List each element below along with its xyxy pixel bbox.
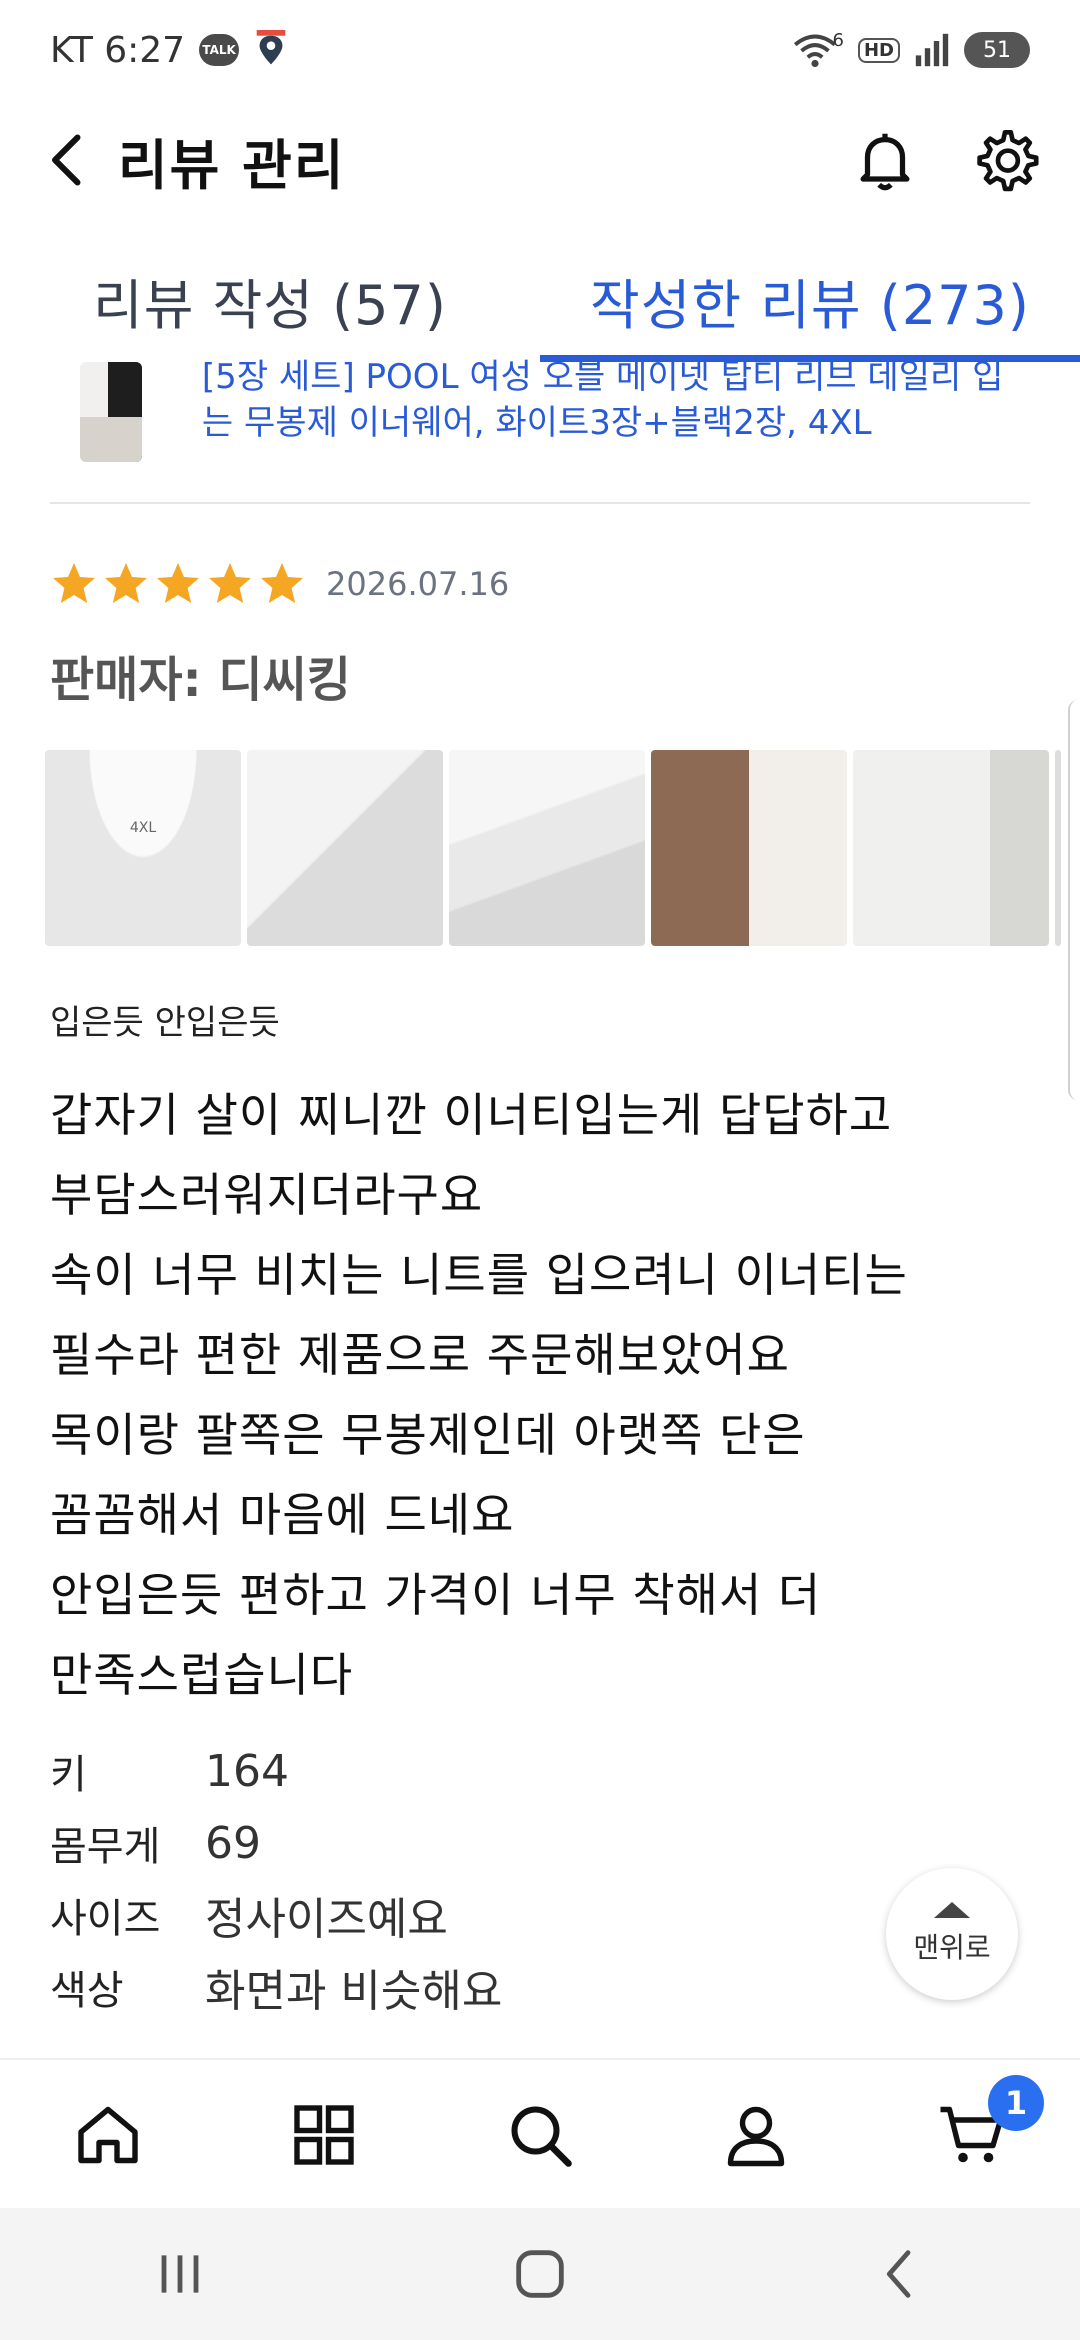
attribute-label: 사이즈	[50, 1896, 161, 1942]
back-to-top-button[interactable]: 맨위로	[886, 1868, 1018, 2000]
nav-categories[interactable]	[264, 2075, 384, 2195]
user-icon	[727, 2106, 785, 2167]
attribute-row: 색상 화면과 비슷해요	[50, 1951, 750, 2023]
star-icon	[105, 563, 147, 603]
product-name[interactable]: [5장 세트] POOL 여성 오블 메이넷 탑티 리브 데일리 입는 무봉제 …	[202, 354, 1030, 446]
review-line: 부담스러워지더라구요	[50, 1168, 484, 1222]
bell-icon[interactable]	[850, 125, 920, 195]
grid-icon	[294, 2105, 354, 2165]
cart-count-badge: 1	[988, 2075, 1044, 2131]
attribute-row: 사이즈 정사이즈예요	[50, 1879, 750, 1951]
carrier-time: KT 6:27	[50, 29, 186, 71]
review-title: 입은듯 안입은듯	[50, 1003, 280, 1043]
review-photo[interactable]	[651, 750, 847, 946]
review-photos	[45, 750, 1049, 946]
product-thumbnail[interactable]	[80, 362, 142, 462]
attribute-value: 164	[205, 1745, 289, 1797]
attribute-value: 화면과 비슷해요	[205, 1966, 503, 2017]
gear-icon[interactable]	[970, 125, 1040, 195]
attribute-label: 색상	[50, 1968, 124, 2014]
page-title: 리뷰 관리	[118, 133, 346, 197]
nav-search[interactable]	[480, 2075, 600, 2195]
review-photo[interactable]	[449, 750, 645, 946]
tab-written-reviews[interactable]: 작성한 리뷰 (273)	[540, 240, 1080, 360]
review-line: 만족스럽습니다	[50, 1648, 354, 1702]
nav-home[interactable]	[48, 2075, 168, 2195]
battery-indicator: 51	[964, 32, 1030, 68]
review-line: 안입은듯 편하고 가격이 너무 착해서 더	[50, 1568, 822, 1622]
star-icon	[53, 563, 95, 603]
product-row[interactable]: [5장 세트] POOL 여성 오블 메이넷 탑티 리브 데일리 입는 무봉제 …	[50, 357, 1030, 504]
page-scrollbar[interactable]	[1068, 700, 1080, 1100]
attribute-row: 키 164	[50, 1735, 750, 1807]
review-body: 갑자기 살이 찌니깐 이너티입는게 답답하고 부담스러워지더라구요 속이 너무 …	[50, 1075, 1010, 1715]
status-left: KT 6:27 TALK	[50, 30, 289, 71]
search-icon	[511, 2106, 572, 2167]
recent-apps-icon[interactable]	[148, 2242, 212, 2306]
network-type: 6	[832, 29, 844, 51]
review-line: 속이 너무 비치는 니트를 입으려니 이너티는	[50, 1248, 908, 1302]
back-arrow-icon[interactable]	[40, 130, 100, 190]
bottom-navigation: 1	[0, 2058, 1080, 2210]
arrow-up-icon	[934, 1902, 970, 1918]
wifi-icon	[793, 34, 836, 68]
review-line: 꼼꼼해서 마음에 드네요	[50, 1488, 515, 1542]
star-icon	[157, 563, 199, 603]
star-icon	[209, 563, 251, 603]
attribute-row: 몸무게 69	[50, 1807, 750, 1879]
review-photo[interactable]	[247, 750, 443, 946]
attribute-label: 키	[50, 1752, 87, 1798]
review-line: 필수라 편한 제품으로 주문해보았어요	[50, 1328, 790, 1382]
rating-row: 2026.07.16	[50, 560, 509, 608]
location-pin-icon	[256, 30, 286, 65]
home-icon	[78, 2106, 138, 2164]
review-date: 2026.07.16	[326, 565, 510, 603]
nav-my-page[interactable]	[696, 2075, 816, 2195]
star-icon	[261, 563, 303, 603]
home-button-icon[interactable]	[508, 2242, 572, 2306]
review-tabs: 리뷰 작성 (57) 작성한 리뷰 (273)	[0, 240, 1080, 360]
app-bar: 리뷰 관리	[0, 100, 1080, 220]
status-right: 6 HD 51	[793, 29, 1030, 68]
back-to-top-label: 맨위로	[913, 1931, 991, 1964]
seller-name: 판매자: 디씨킹	[50, 652, 351, 708]
attribute-value: 69	[205, 1817, 261, 1869]
attribute-label: 몸무게	[50, 1824, 161, 1870]
review-management-page: KT 6:27 TALK 6 HD 51 리뷰 관리 리뷰 작성 (57) 작성…	[0, 0, 1080, 2340]
review-attributes: 키 164 몸무게 69 사이즈 정사이즈예요 색상 화면과 비슷해요	[50, 1735, 750, 2023]
tab-write-review[interactable]: 리뷰 작성 (57)	[0, 240, 540, 360]
app-bar-actions	[850, 125, 1040, 195]
system-back-icon[interactable]	[868, 2242, 932, 2306]
attribute-value: 정사이즈예요	[205, 1894, 448, 1945]
photo-overflow-edge	[1055, 750, 1061, 946]
kakaotalk-icon: TALK	[199, 34, 240, 66]
review-photo[interactable]	[853, 750, 1049, 946]
review-line: 갑자기 살이 찌니깐 이너티입는게 답답하고	[50, 1088, 893, 1142]
nav-cart[interactable]: 1	[912, 2075, 1044, 2195]
signal-icon	[915, 33, 949, 67]
status-bar: KT 6:27 TALK 6 HD 51	[0, 0, 1080, 100]
review-line: 목이랑 팔쪽은 무봉제인데 아랫쪽 단은	[50, 1408, 806, 1462]
review-photo[interactable]	[45, 750, 241, 946]
system-navigation-bar	[0, 2208, 1080, 2340]
hd-voice-badge: HD	[857, 37, 900, 63]
